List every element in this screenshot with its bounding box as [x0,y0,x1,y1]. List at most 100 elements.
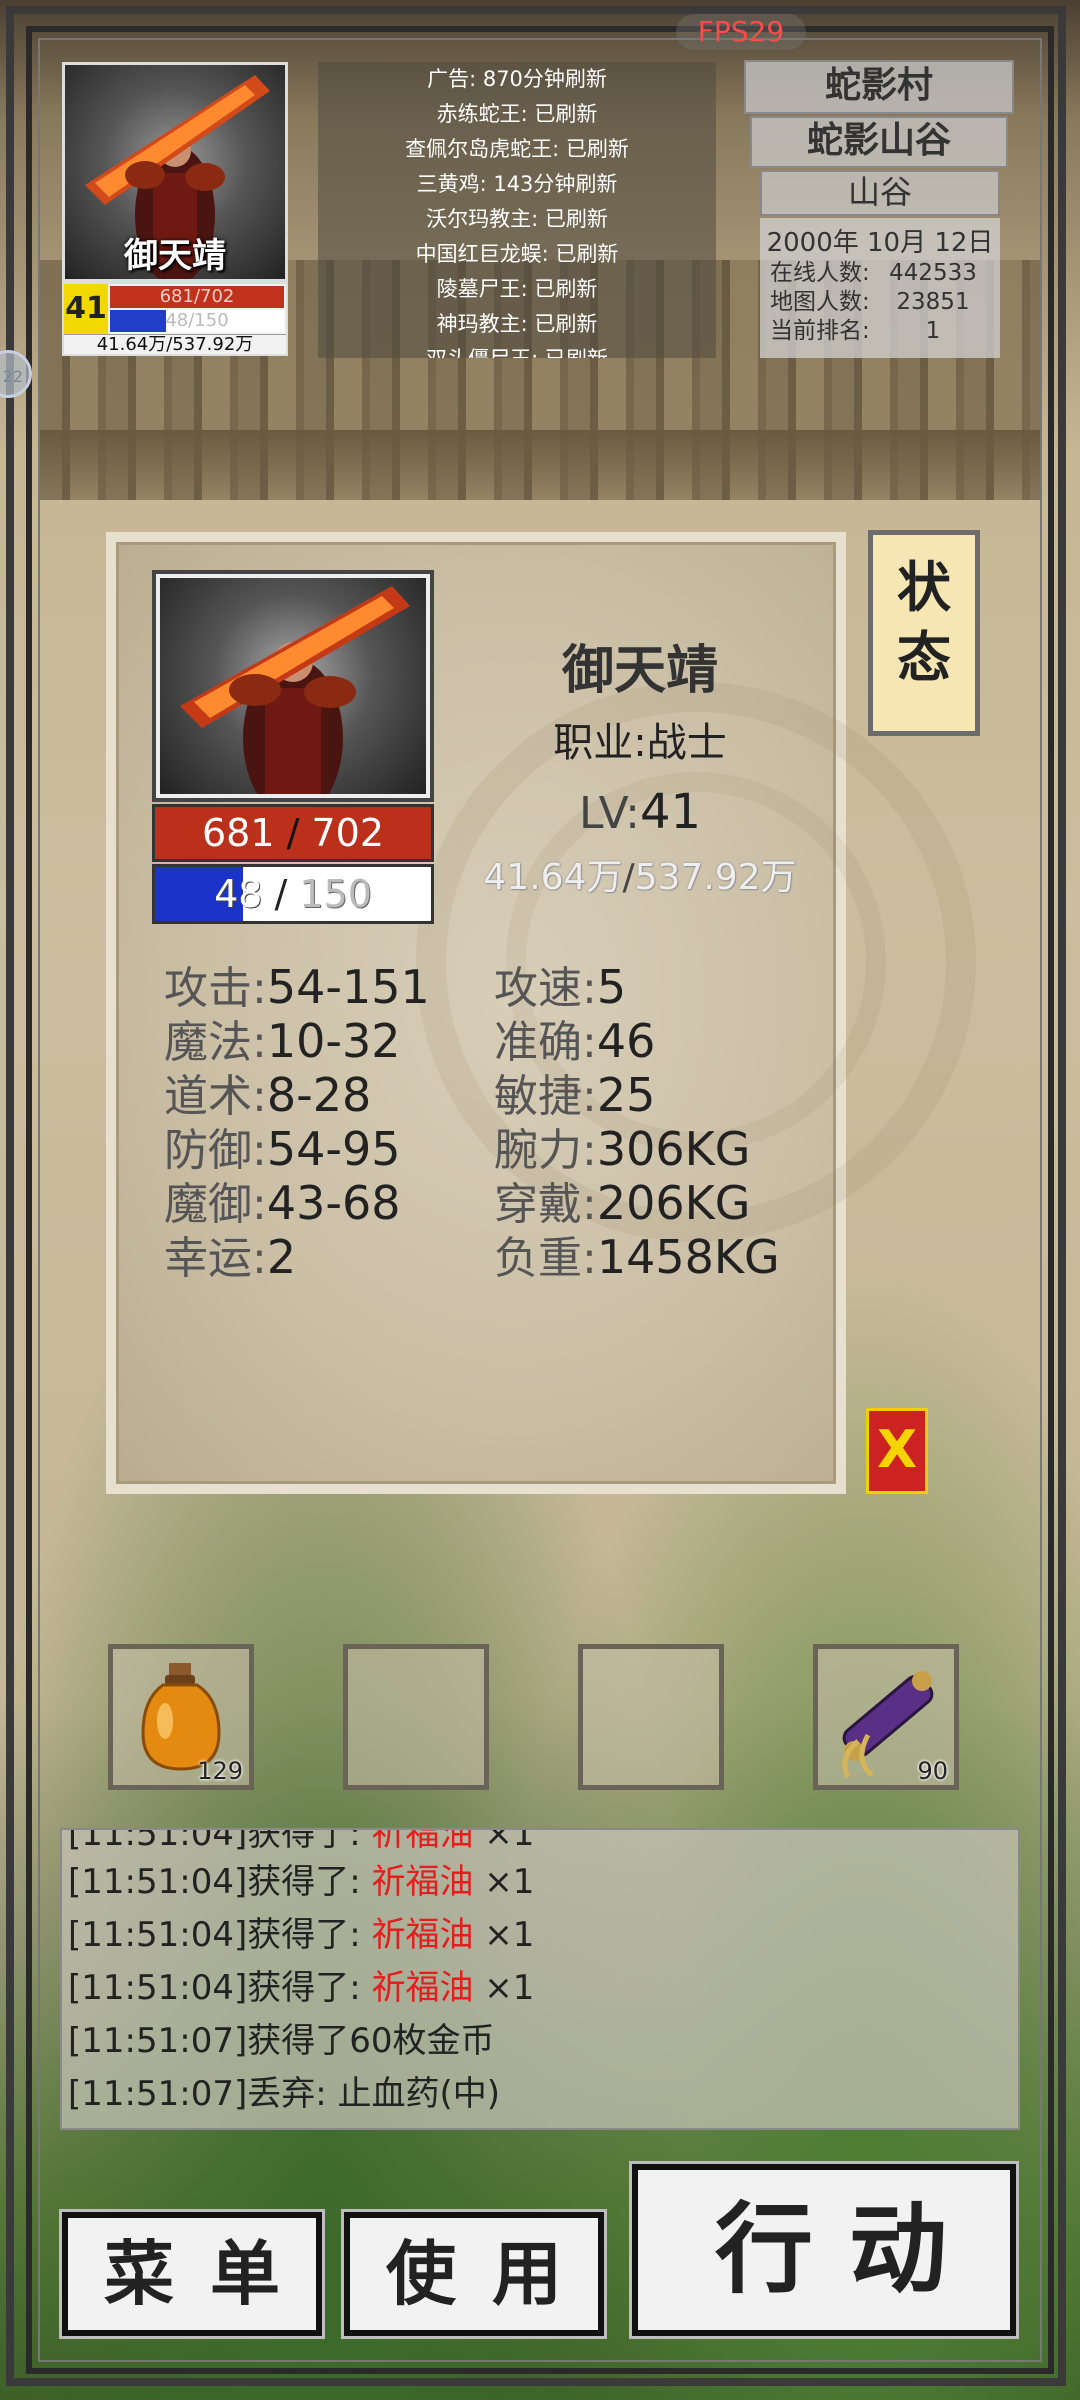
status-tab[interactable]: 状 态 [868,530,980,736]
map-players-value: 23851 [896,289,970,315]
game-date: 2000年 10月 12日 [766,228,994,258]
game-screen: FPS29 御天靖 41 681/702 48/150 41.64万/537.9… [0,0,1080,2400]
hp-separator: / [274,811,312,855]
mini-portrait[interactable]: 御天靖 [62,62,288,282]
mini-hp-bar: 681/702 [110,286,284,308]
log-text: 获得了: [247,1828,372,1854]
boss-line: 中国红巨龙蜈: 已刷新 [415,242,619,266]
log-line: [11:51:04]获得了: 祈福油 ×1 [68,1962,534,2015]
quick-slot-2[interactable] [343,1644,489,1790]
log-line: [11:51:04]获得了: 祈福油 ×1 [68,1856,534,1909]
use-button[interactable]: 使用 [341,2209,607,2339]
mp-current: 48 [214,872,263,916]
mp-max: 150 [299,872,372,916]
stat-label: 负重: [494,1233,597,1284]
log-text: 丢弃: 止血药(中) [247,2074,501,2114]
mini-mp-text: 48/150 [165,310,229,331]
exp-current: 41.64万 [483,857,623,898]
area-button[interactable]: 蛇影山谷 [750,116,1008,168]
stat-value: 2 [266,1230,297,1284]
status-tab-char-2: 态 [897,626,951,690]
map-players-label: 地图人数: [770,289,870,315]
exp-max: 537.92万 [634,857,797,898]
level-label: LV: [578,788,640,839]
log-qty: ×1 [473,1828,535,1854]
log-text: 获得了: [247,1862,372,1902]
log-time: [11:51:04] [68,1915,248,1955]
exp-separator: / [622,857,635,898]
log-time: [11:51:04] [68,1968,248,2008]
mini-exp: 41.64万/537.92万 [64,334,286,355]
mp-bar: 48 / 150 [152,864,434,924]
fps-counter: FPS29 [676,14,806,50]
character-job: 职业:战士 [553,720,727,766]
hp-max: 702 [311,811,385,855]
boss-line: 双头僵尸王: 已刷新 [318,342,716,358]
quick-slot-3[interactable] [578,1644,724,1790]
stat-label: 幸运: [164,1233,267,1284]
log-text: 获得了: [247,1915,372,1955]
log-time: [11:51:04] [68,1828,248,1854]
mp-separator: / [262,872,300,916]
boss-line: 陵墓尸王: 已刷新 [436,277,598,301]
map-players-row: 地图人数: 23851 [760,288,1000,317]
quick-slot-4[interactable]: 90 [813,1644,959,1790]
level-value: 41 [639,784,702,840]
stat-value: 1458KG [596,1230,780,1284]
boss-line: 查佩尔岛虎蛇王: 已刷新 [405,137,629,161]
stat-carry-weight: 负重:1458KG [494,1222,780,1286]
zone-button[interactable]: 山谷 [760,170,1000,216]
rank-label: 当前排名: [770,318,870,344]
mini-name: 御天靖 [124,236,226,276]
village-button[interactable]: 蛇影村 [744,60,1014,114]
rank-row: 当前排名: 1 [760,317,1000,346]
portrait-image [160,578,426,794]
rank-value: 1 [925,318,941,344]
status-tab-char-1: 状 [897,556,951,619]
log-item: 祈福油 [371,1968,474,2008]
log-item: 祈福油 [371,1828,474,1854]
boss-line: 三黄鸡: 143分钟刷新 [416,172,618,196]
character-exp: 41.64万/537.92万 [470,848,810,900]
log-item: 祈福油 [371,1915,474,1955]
menu-button[interactable]: 菜单 [59,2209,325,2339]
log-qty: ×1 [473,1862,535,1902]
character-portrait [152,570,434,802]
close-button[interactable]: X [866,1408,928,1494]
log-item: 祈福油 [371,1862,474,1902]
boss-line: 神玛教主: 已刷新 [436,312,598,336]
log-text: 获得了60枚金币 [247,2021,495,2061]
message-log[interactable]: [11:51:04]获得了: 祈福油 ×1 [11:51:04]获得了: 祈福油… [60,1828,1020,2130]
hp-bar: 681 / 702 [152,804,434,862]
log-line: [11:51:04]获得了: 祈福油 ×1 [68,1909,534,1962]
slot-count: 90 [917,1757,948,1785]
mini-mp-bar: 48/150 [110,310,284,332]
log-time: [11:51:07] [68,2021,248,2061]
online-row: 在线人数: 442533 [760,259,1000,288]
slot-count: 129 [197,1757,243,1785]
world-info-panel: 2000年 10月 12日 在线人数: 442533 地图人数: 23851 当… [760,218,1000,358]
log-time: [11:51:07] [68,2074,248,2114]
character-name: 御天靖 [561,641,718,701]
log-line: [11:51:07]丢弃: 止血药(中) [68,2068,500,2121]
mp-text: 48 / 150 [155,867,431,921]
quick-slot-1[interactable]: 129 [108,1644,254,1790]
mini-level: 41 [64,284,108,334]
log-qty: ×1 [473,1968,535,2008]
boss-refresh-list[interactable]: 广告: 870分钟刷新 赤练蛇王: 已刷新 查佩尔岛虎蛇王: 已刷新 三黄鸡: … [318,62,716,358]
log-time: [11:51:04] [68,1862,248,1902]
log-text: 获得了: [247,1968,372,2008]
online-label: 在线人数: [770,260,870,286]
online-value: 442533 [889,260,977,286]
character-level: LV:41 [500,784,780,840]
warrior-portrait-icon [180,586,410,794]
log-qty: ×1 [473,1915,535,1955]
boss-line: 赤练蛇王: 已刷新 [436,102,598,126]
action-button[interactable]: 行动 [629,2161,1019,2339]
mini-stats: 41 681/702 48/150 41.64万/537.92万 [62,282,288,356]
stat-luck: 幸运:2 [164,1222,296,1286]
boss-line: 广告: 870分钟刷新 [427,67,607,91]
boss-line: 沃尔玛教主: 已刷新 [426,207,608,231]
hp-current: 681 [201,811,275,855]
log-line: [11:51:07]获得了60枚金币 [68,2015,495,2068]
